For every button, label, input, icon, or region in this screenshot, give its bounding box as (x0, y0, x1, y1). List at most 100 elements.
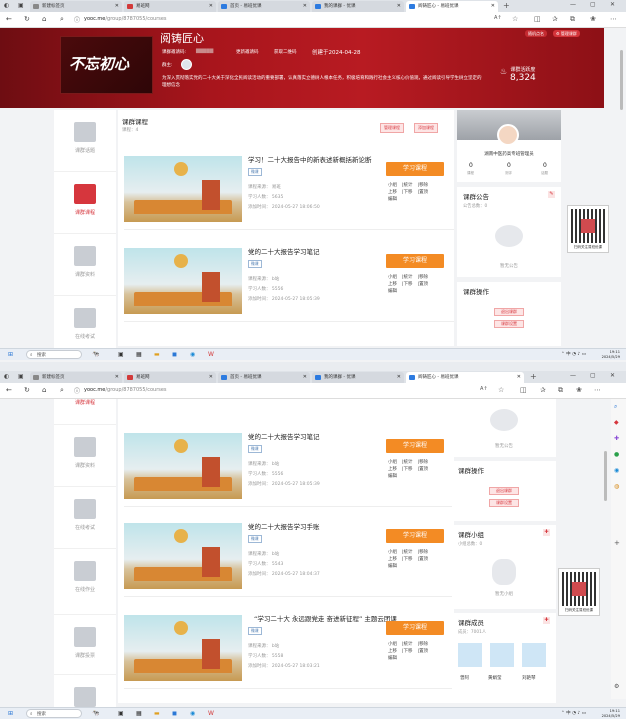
op-edit[interactable]: 编辑 (388, 473, 402, 480)
taskbar-search[interactable]: ⌕ 搜索 (26, 709, 82, 718)
close-tab-icon[interactable]: ✕ (209, 374, 213, 380)
nav-vote[interactable]: 课群投票 (54, 615, 116, 675)
shopping-icon[interactable]: ◆ (614, 419, 619, 426)
close-tab-icon[interactable]: ✕ (491, 3, 495, 9)
op-top[interactable]: 置顶 (419, 189, 433, 196)
op-remove[interactable]: 移除 (419, 549, 433, 556)
random-call-button[interactable]: 随机点名 (525, 30, 547, 37)
nav-topics[interactable]: 课群话题 (54, 110, 116, 172)
op-down[interactable]: 下移 (404, 556, 418, 563)
learn-course-button[interactable]: 学习课程 (386, 254, 444, 268)
op-down[interactable]: 下移 (404, 281, 418, 288)
scrollbar[interactable] (604, 451, 607, 501)
home-icon[interactable]: ⌂ (42, 386, 46, 394)
op-down[interactable]: 下移 (404, 466, 418, 473)
search-icon[interactable]: ⌕ (60, 15, 64, 24)
op-down[interactable]: 下移 (404, 648, 418, 655)
tab-current[interactable]: 阅铸匠心 - 易班优课 ✕ (406, 372, 524, 383)
owner-avatar[interactable] (181, 59, 192, 70)
learn-course-button[interactable]: 学习课程 (386, 529, 444, 543)
extension-icon[interactable]: ❀ (590, 15, 596, 23)
close-tab-icon[interactable]: ✕ (303, 3, 307, 9)
read-aloud-icon[interactable]: A↑ (494, 15, 502, 21)
outlook-icon[interactable]: ◍ (614, 483, 619, 490)
op-edit[interactable]: 编辑 (388, 563, 402, 570)
qr-floating[interactable]: 扫码关注易班优课 (567, 205, 609, 253)
op-edit[interactable]: 编辑 (388, 655, 402, 662)
refresh-icon[interactable]: ↻ (24, 386, 30, 394)
qr-link[interactable]: 获取二维码 (274, 49, 297, 55)
quit-group-button[interactable]: 退出课群 (489, 487, 519, 495)
collections-icon[interactable]: ⧉ (558, 386, 563, 395)
course-title[interactable]: 党的二十大报告学习笔记 (248, 431, 320, 441)
wps-icon[interactable]: W (208, 710, 214, 717)
op-group[interactable]: 小组 (388, 641, 402, 648)
op-up[interactable]: 上移 (388, 189, 402, 196)
more-icon[interactable]: ⋯ (610, 15, 617, 23)
op-stats[interactable]: 统计 (404, 459, 418, 466)
widget-icon[interactable]: 🐄 (92, 710, 99, 717)
close-tab-icon[interactable]: ✕ (517, 374, 521, 380)
op-top[interactable]: 置顶 (419, 648, 433, 655)
apps-icon[interactable]: ▦ (136, 710, 142, 717)
member-avatar[interactable] (490, 643, 514, 667)
wps-icon[interactable]: W (208, 351, 214, 358)
op-down[interactable]: 下移 (404, 189, 418, 196)
search-icon[interactable]: ⌕ (614, 403, 617, 411)
nav-materials[interactable]: 课群资料 (54, 234, 116, 296)
home-icon[interactable]: ⌂ (42, 15, 46, 23)
member-avatar[interactable] (522, 643, 546, 667)
apps-icon[interactable]: ▦ (136, 351, 142, 358)
add-course-button[interactable]: 添加课程 (414, 123, 438, 133)
collections-icon[interactable]: ⧉ (570, 15, 575, 24)
edit-icon[interactable]: ✎ (548, 191, 555, 198)
refresh-icon[interactable]: ↻ (24, 15, 30, 23)
op-remove[interactable]: 移除 (419, 459, 433, 466)
store-icon[interactable]: ◼ (172, 710, 177, 717)
learn-course-button[interactable]: 学习课程 (386, 621, 444, 635)
op-edit[interactable]: 编辑 (388, 196, 402, 203)
search-icon[interactable]: ⌕ (60, 386, 64, 395)
op-group[interactable]: 小组 (388, 182, 402, 189)
split-screen-icon[interactable]: ◫ (534, 15, 541, 23)
op-stats[interactable]: 统计 (404, 549, 418, 556)
course-thumbnail[interactable] (124, 248, 242, 314)
tab-my-groups[interactable]: 我的课群 - 优课 ✕ (312, 1, 404, 12)
qr-floating[interactable]: 扫码关注易班优课 (558, 568, 600, 616)
profile-icon[interactable]: ◐ (4, 2, 9, 9)
op-top[interactable]: 置顶 (419, 281, 433, 288)
taskview-icon[interactable]: ▣ (118, 710, 124, 717)
maximize-button[interactable]: ▢ (590, 1, 596, 8)
op-remove[interactable]: 移除 (419, 182, 433, 189)
close-tab-icon[interactable]: ✕ (397, 3, 401, 9)
close-tab-icon[interactable]: ✕ (303, 374, 307, 380)
start-icon[interactable]: ⊞ (8, 710, 13, 717)
nav-exams[interactable]: 在线考试 (54, 487, 116, 549)
profile-icon[interactable]: ◐ (4, 373, 9, 380)
games-icon[interactable]: ● (614, 451, 619, 458)
close-tab-icon[interactable]: ✕ (397, 374, 401, 380)
op-stats[interactable]: 统计 (404, 182, 418, 189)
favorites-icon[interactable]: ✰ (552, 15, 558, 23)
store-icon[interactable]: ◼ (172, 351, 177, 358)
nav-courses-partial[interactable]: 课群课程 (54, 399, 116, 425)
start-icon[interactable]: ⊞ (8, 351, 13, 358)
add-member-icon[interactable]: ✚ (543, 617, 550, 624)
manage-courses-button[interactable]: 管理课程 (380, 123, 404, 133)
favorite-icon[interactable]: ☆ (498, 386, 504, 394)
course-title[interactable]: “学习二十大 永远跟党走 奋进新征程” 主题云团课 (254, 613, 397, 623)
tab-new[interactable]: 新建标签页 ✕ (30, 372, 122, 383)
tab-yiban[interactable]: 易班网 ✕ (124, 372, 216, 383)
close-tab-icon[interactable]: ✕ (209, 3, 213, 9)
system-tray[interactable]: ⌃ 中 ◔ ♪ ▭ (561, 351, 586, 357)
group-settings-button[interactable]: 课群设置 (494, 320, 524, 328)
op-stats[interactable]: 统计 (404, 641, 418, 648)
minimize-button[interactable]: — (570, 1, 576, 8)
url-field[interactable]: yooc.me/group/8787055/courses (84, 387, 167, 393)
widget-icon[interactable]: 🐄 (92, 351, 99, 358)
tab-current[interactable]: 阅铸匠心 - 易班优课 ✕ (406, 1, 498, 12)
extension-icon[interactable]: ❀ (576, 386, 582, 394)
new-tab-button[interactable]: + (503, 1, 510, 10)
edge-icon[interactable]: ◉ (190, 351, 195, 358)
member-avatar[interactable] (458, 643, 482, 667)
